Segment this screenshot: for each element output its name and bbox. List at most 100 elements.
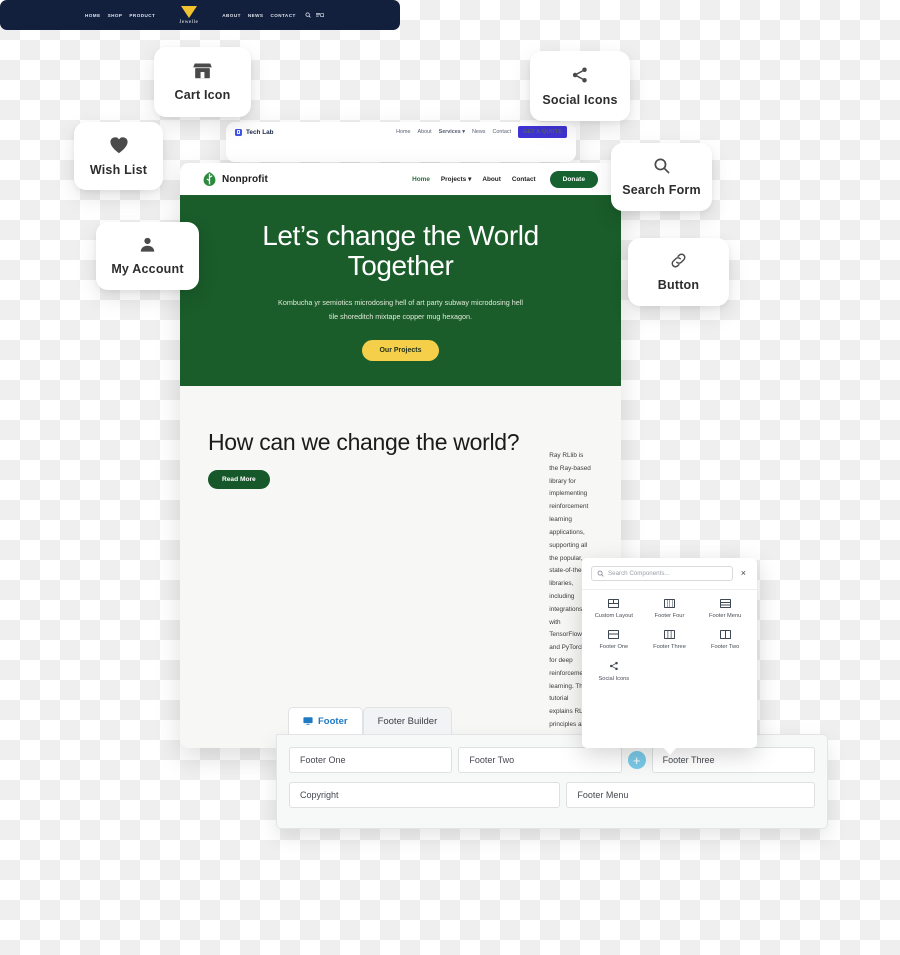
slot-copyright[interactable]: Copyright (289, 782, 561, 808)
feature-card-label: Search Form (622, 183, 701, 197)
component-social-icons[interactable]: Social Icons (586, 661, 642, 682)
site-nav-about[interactable]: About (482, 176, 500, 183)
close-icon[interactable]: × (739, 569, 748, 578)
about-left: How can we change the world? Read More (208, 428, 520, 748)
feature-card-button[interactable]: Button (628, 238, 729, 306)
search-icon (653, 157, 670, 174)
techlab-nav-services[interactable]: Services ▾ (439, 129, 465, 135)
tab-footer-label: Footer (318, 715, 348, 727)
feature-card-social-icons[interactable]: Social Icons (530, 51, 630, 121)
our-projects-button[interactable]: Our Projects (362, 340, 439, 362)
component-label: Custom Layout (594, 613, 633, 619)
component-footer-two[interactable]: Footer Two (697, 630, 753, 650)
popover-arrow (662, 747, 677, 755)
chevron-down-icon: ▾ (468, 176, 472, 183)
jewelle-logo[interactable]: Jewelle (179, 5, 199, 25)
component-footer-four[interactable]: Footer Four (642, 599, 698, 619)
component-custom-layout[interactable]: Custom Layout (586, 599, 642, 619)
techlab-nav-contact[interactable]: Contact (492, 129, 511, 135)
component-footer-three[interactable]: Footer Three (642, 630, 698, 650)
techlab-brand[interactable]: Tech Lab (235, 128, 274, 136)
techlab-nav: Home About Services ▾ News Contact GET A… (396, 126, 567, 138)
layout-icon (608, 599, 620, 608)
donate-button[interactable]: Donate (549, 170, 598, 188)
site-nav-projects[interactable]: Projects ▾ (441, 175, 472, 184)
component-label: Footer Three (653, 644, 686, 650)
feature-card-label: Button (657, 278, 700, 292)
share-icon (609, 661, 619, 671)
techlab-header-mockup: Tech Lab Home About Services ▾ News Cont… (226, 122, 576, 162)
read-more-button[interactable]: Read More (208, 470, 270, 490)
hero-subtitle-line1: Kombucha yr semiotics microdosing hell o… (278, 298, 523, 308)
jewelle-nav-product[interactable]: PRODUCT (129, 13, 155, 18)
cart-icon[interactable] (315, 12, 324, 19)
jewelle-brand-label: Jewelle (179, 18, 199, 25)
component-footer-one[interactable]: Footer One (586, 630, 642, 650)
components-popover: Search Components... × Custom Layout Foo… (582, 558, 757, 755)
share-icon (571, 66, 589, 84)
search-icon (597, 570, 604, 577)
jewelle-nav-shop[interactable]: SHOP (108, 13, 123, 18)
techlab-nav-home[interactable]: Home (396, 129, 410, 135)
jewelle-nav-about[interactable]: ABOUT (222, 13, 241, 18)
site-nav-contact[interactable]: Contact (512, 176, 536, 183)
builder-body: Footer One Footer Two + Footer Three Cop… (276, 734, 828, 829)
component-label: Footer Four (654, 613, 685, 619)
tab-footer-builder-label: Footer Builder (377, 715, 438, 727)
site-nav-home[interactable]: Home (412, 176, 430, 183)
layout-icon (663, 599, 675, 608)
about-heading: How can we change the world? (208, 429, 520, 455)
jewelle-header-mockup: HOME SHOP PRODUCT Jewelle ABOUT NEWS CON… (0, 0, 400, 30)
builder-row-1: Footer One Footer Two + Footer Three (289, 747, 815, 773)
component-label: Footer Two (710, 644, 740, 650)
site-brand[interactable]: Nonprofit (203, 172, 268, 186)
add-component-button[interactable]: + (627, 751, 646, 769)
feature-card-label: Social Icons (542, 92, 618, 107)
jewelle-nav-contact[interactable]: CONTACT (270, 13, 295, 18)
slot-footer-menu[interactable]: Footer Menu (566, 782, 815, 808)
jewelle-nav-home[interactable]: HOME (85, 13, 101, 18)
jewelle-nav-left: HOME SHOP PRODUCT (85, 13, 155, 18)
tab-footer-builder[interactable]: Footer Builder (362, 707, 453, 734)
layout-icon (719, 630, 731, 639)
hero-section: Let’s change the World Together Kombucha… (180, 196, 621, 386)
search-icon[interactable] (305, 12, 311, 18)
about-section: How can we change the world? Read More R… (180, 386, 621, 748)
jewelle-mark-icon (180, 5, 197, 18)
monitor-icon (303, 716, 313, 726)
jewelle-nav-news[interactable]: NEWS (248, 13, 264, 18)
components-search-bar: Search Components... × (582, 558, 757, 590)
slot-footer-one[interactable]: Footer One (289, 747, 453, 773)
techlab-nav-about[interactable]: About (418, 129, 432, 135)
storefront-icon (193, 62, 212, 79)
techlab-nav-news[interactable]: News (472, 129, 485, 135)
nonprofit-site-mockup: Nonprofit Home Projects ▾ About Contact D… (180, 163, 621, 748)
link-icon (670, 252, 687, 269)
component-label: Footer One (599, 644, 629, 650)
slot-footer-two[interactable]: Footer Two (458, 747, 622, 773)
feature-card-search-form[interactable]: Search Form (611, 143, 712, 211)
get-a-quote-button[interactable]: GET A QUOTE (518, 126, 567, 138)
search-components-input[interactable]: Search Components... (591, 566, 733, 581)
feature-card-wish-list[interactable]: Wish List (74, 122, 163, 190)
tab-footer[interactable]: Footer (288, 707, 363, 734)
feature-card-label: Cart Icon (174, 88, 231, 102)
jewelle-nav-right: ABOUT NEWS CONTACT (222, 13, 295, 18)
heart-icon (109, 136, 129, 154)
feature-card-label: My Account (111, 262, 184, 276)
person-icon (139, 236, 156, 253)
chevron-down-icon: ▾ (462, 129, 465, 135)
jewelle-icon-group (305, 12, 324, 19)
component-footer-menu[interactable]: Footer Menu (697, 599, 753, 619)
techlab-navbar: Tech Lab Home About Services ▾ News Cont… (226, 122, 576, 142)
builder-row-2: Copyright Footer Menu (289, 782, 815, 808)
feature-card-cart-icon[interactable]: Cart Icon (154, 47, 251, 117)
site-brand-label: Nonprofit (222, 173, 268, 185)
feature-card-my-account[interactable]: My Account (96, 222, 199, 290)
site-header: Nonprofit Home Projects ▾ About Contact D… (180, 163, 621, 196)
techlab-logo-icon (235, 128, 242, 136)
components-grid: Custom Layout Footer Four Footer Menu Fo… (582, 590, 757, 691)
layout-icon (608, 630, 620, 639)
component-label: Footer Menu (709, 613, 742, 619)
hero-subtitle-line2: tile shoreditch mixtape copper mug hexag… (328, 312, 473, 322)
